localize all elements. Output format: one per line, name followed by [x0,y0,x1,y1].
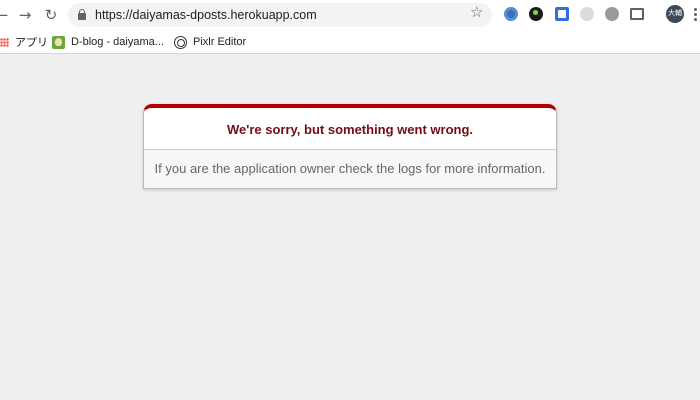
bookmark-label: アプリ [15,37,48,49]
forward-icon[interactable]: → [15,5,35,25]
bookmark-label: Pixlr Editor [193,36,247,48]
bookmark-pixlr[interactable]: Pixlr Editor [174,33,246,51]
bookmark-dblog[interactable]: D-blog - daiyama... [52,33,164,51]
error-message: If you are the application owner check t… [144,149,556,188]
url-text[interactable]: https://daiyamas-dposts.herokuapp.com [95,3,317,27]
bookmark-apps[interactable]: アプリ [0,33,48,51]
error-dialog: We're sorry, but something went wrong. I… [143,104,557,189]
apps-grid-icon [0,37,9,47]
pixlr-favicon [174,35,187,49]
cast-icon[interactable] [630,8,644,20]
reload-icon[interactable]: ↻ [41,5,61,25]
bookmark-star-icon[interactable]: ☆ [470,4,483,20]
extension-icon-1[interactable] [504,7,518,21]
lock-icon[interactable] [78,9,86,20]
extension-icon-5[interactable] [605,7,619,21]
extension-icon-3[interactable] [555,7,569,21]
back-icon[interactable]: ← [0,5,12,25]
extension-icon-4[interactable] [580,7,594,21]
error-title: We're sorry, but something went wrong. [226,122,474,137]
bookmark-label: D-blog - daiyama... [71,36,164,48]
menu-icon[interactable] [694,8,697,22]
dblog-favicon [52,35,65,49]
bookmarks-bar: アプリ D-blog - daiyama... Pixlr Editor [0,30,700,54]
address-bar[interactable]: https://daiyamas-dposts.herokuapp.com [68,3,492,27]
extension-icon-2[interactable] [529,7,543,21]
browser-toolbar: ← → ↻ https://daiyamas-dposts.herokuapp.… [0,0,700,30]
profile-avatar[interactable]: 大輔 [666,5,684,23]
